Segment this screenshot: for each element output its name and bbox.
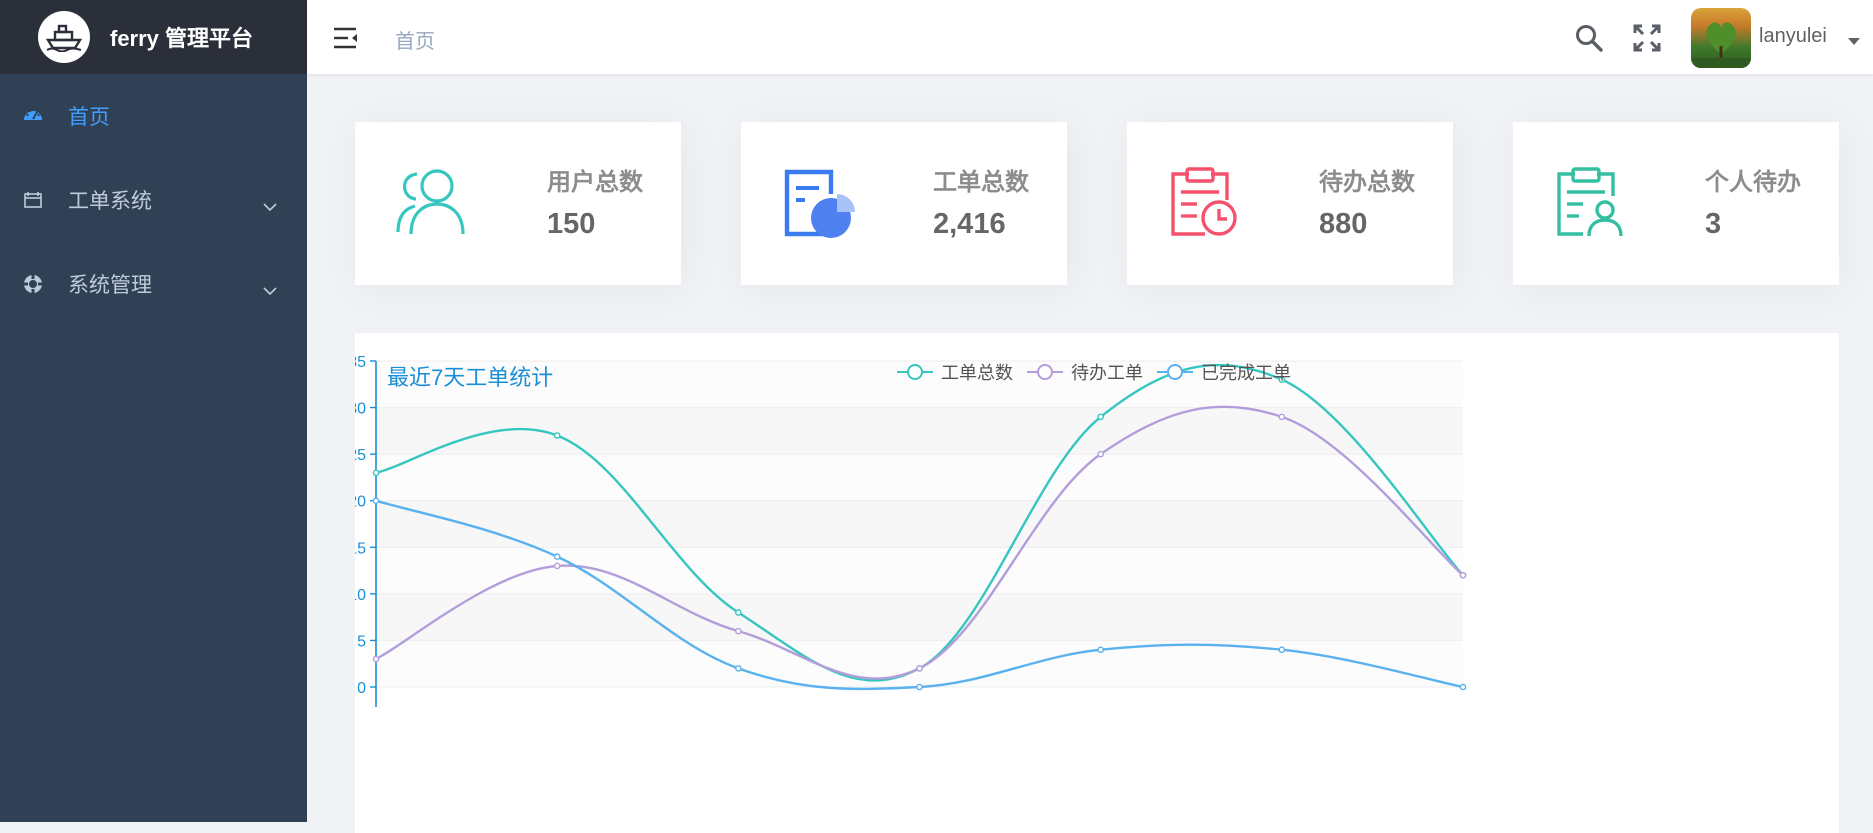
breadcrumb: 首页 <box>395 31 435 53</box>
stat-label: 待办总数 <box>1319 169 1415 196</box>
line-chart: 0 5 10 15 20 25 30 35 <box>355 354 1467 707</box>
sidebar-item-label: 工单系统 <box>68 190 152 213</box>
data-point <box>735 609 742 616</box>
data-point <box>372 655 380 663</box>
grid-band <box>376 547 1463 594</box>
chevron-down-icon <box>263 278 277 302</box>
stat-value: 150 <box>547 208 596 240</box>
stat-value: 880 <box>1319 208 1368 240</box>
data-point <box>553 432 561 439</box>
data-point <box>1278 413 1286 421</box>
logo-bar: ferry 管理平台 <box>0 0 307 74</box>
legend-item[interactable]: 已完成工单 <box>1157 359 1291 385</box>
stat-card-personal-todo[interactable]: 个人待办 3 <box>1513 122 1839 285</box>
y-tick-label: 35 <box>355 354 366 371</box>
y-tick-label: 5 <box>357 633 366 650</box>
y-tick-label: 25 <box>355 447 366 464</box>
stat-card-users[interactable]: 用户总数 150 <box>355 122 681 285</box>
users-icon <box>395 166 471 241</box>
legend-item[interactable]: 工单总数 <box>897 359 1013 385</box>
stat-card-pending[interactable]: 待办总数 880 <box>1127 122 1453 285</box>
data-point <box>1459 683 1467 691</box>
fullscreen-icon[interactable] <box>1633 24 1661 57</box>
report-chart-icon <box>781 166 857 243</box>
y-tick-label: 0 <box>357 680 366 697</box>
data-point <box>1278 646 1286 654</box>
data-point <box>735 665 742 672</box>
data-point <box>553 553 561 560</box>
dashboard-icon <box>22 105 44 127</box>
legend-item[interactable]: 待办工单 <box>1027 359 1143 385</box>
chevron-down-icon <box>263 194 277 218</box>
grid-band <box>376 500 1463 548</box>
app-title: ferry 管理平台 <box>110 26 254 51</box>
data-point <box>1459 571 1467 579</box>
sidebar-item-label: 系统管理 <box>68 274 152 297</box>
grid-band <box>376 454 1463 501</box>
sidebar: ferry 管理平台 首页 工单系统 系统管理 <box>0 0 307 822</box>
stat-label: 个人待办 <box>1705 169 1801 196</box>
sidebar-item-label: 首页 <box>68 106 110 129</box>
sidebar-item-system-management[interactable]: 系统管理 <box>0 242 307 326</box>
legend-label: 已完成工单 <box>1201 363 1291 383</box>
y-tick-label: 15 <box>355 540 366 557</box>
y-tick-label: 30 <box>355 401 366 418</box>
clipboard-user-icon <box>1553 166 1629 243</box>
ticket-icon <box>22 189 44 211</box>
stat-value: 2,416 <box>933 208 1006 240</box>
sidebar-item-home[interactable]: 首页 <box>0 74 307 158</box>
data-point <box>916 683 923 691</box>
stat-card-tickets[interactable]: 工单总数 2,416 <box>741 122 1067 285</box>
caret-down-icon[interactable] <box>1848 33 1860 51</box>
data-point <box>372 497 380 505</box>
avatar[interactable] <box>1691 8 1751 68</box>
data-point <box>1097 413 1104 421</box>
legend-label: 待办工单 <box>1071 363 1143 383</box>
data-point <box>916 665 923 672</box>
legend-label: 工单总数 <box>941 363 1013 383</box>
stat-label: 工单总数 <box>933 169 1029 196</box>
sidebar-item-ticket-system[interactable]: 工单系统 <box>0 158 307 242</box>
hamburger-menu-icon[interactable] <box>333 26 359 55</box>
chart-title: 最近7天工单统计 <box>387 365 554 390</box>
data-point <box>1097 450 1104 458</box>
settings-icon <box>22 273 44 295</box>
navbar: 首页 lanyulei <box>307 0 1873 74</box>
ferry-logo-icon <box>38 11 90 63</box>
stat-label: 用户总数 <box>547 169 643 196</box>
y-tick-label: 20 <box>355 494 366 511</box>
data-point <box>735 627 742 635</box>
chart-legend: 工单总数 待办工单 已完成工单 <box>897 359 1305 385</box>
grid-band <box>376 640 1463 687</box>
clipboard-clock-icon <box>1167 166 1243 243</box>
data-point <box>553 562 561 570</box>
username[interactable]: lanyulei <box>1759 25 1827 48</box>
stat-value: 3 <box>1705 208 1722 240</box>
search-icon[interactable] <box>1575 24 1603 57</box>
y-tick-label: 10 <box>355 587 366 604</box>
data-point <box>1097 646 1104 654</box>
chart-panel: 0 5 10 15 20 25 30 35 最近7天工单统计 工单总数 待办工单 已完成工单 <box>355 333 1839 833</box>
data-point <box>372 469 380 477</box>
grid-band <box>376 593 1463 641</box>
